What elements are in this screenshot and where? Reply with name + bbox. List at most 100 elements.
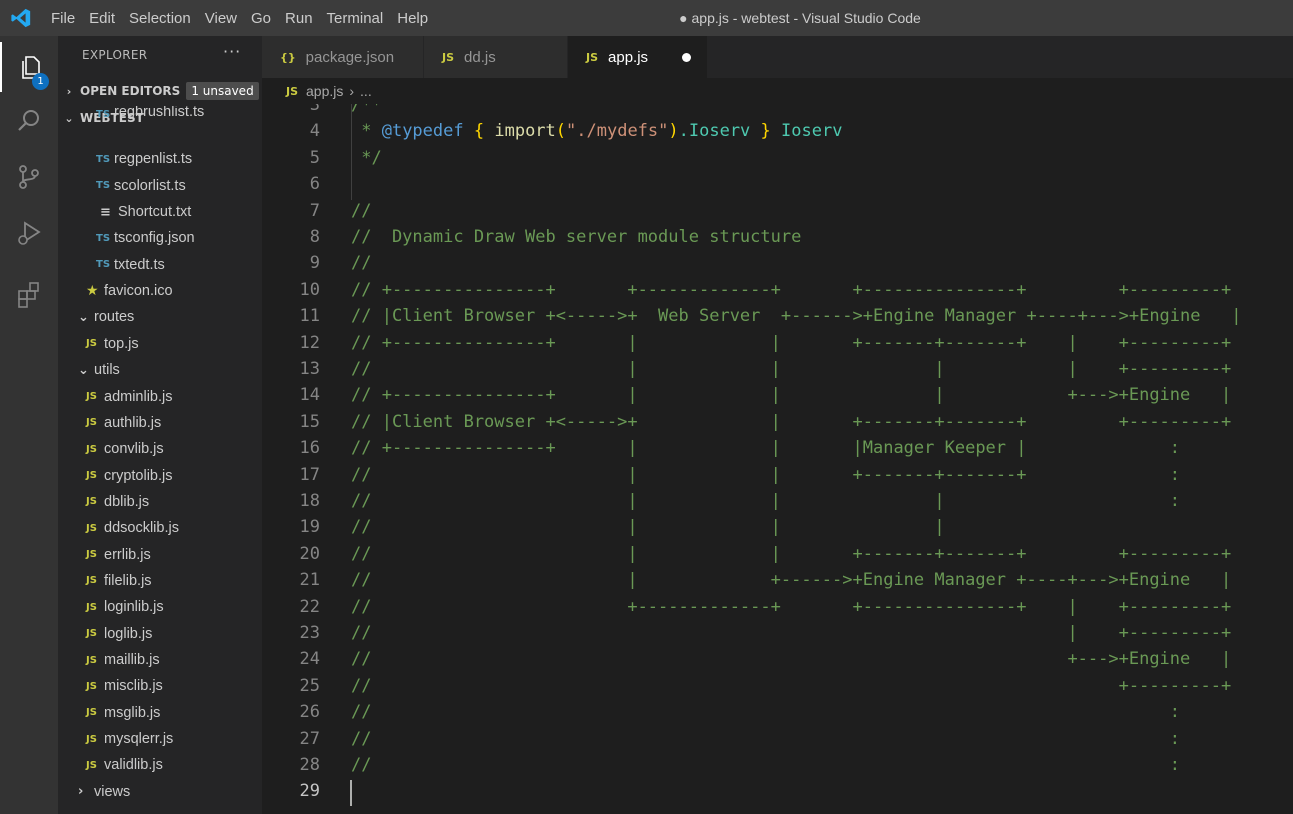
tree-item-label: msglib.js (104, 704, 161, 721)
tree-file[interactable]: JS errlib.js (58, 542, 262, 568)
tree-item-label: loginlib.js (104, 599, 164, 616)
folder-chevron-icon: ⌄ (78, 362, 89, 378)
tab-label: dd.js (464, 48, 496, 66)
file-type-icon: TS (96, 259, 111, 271)
tree-item-label: regbrushlist.ts (114, 106, 205, 120)
tree-item-label: dblib.js (104, 493, 150, 510)
code-editor[interactable]: 3 /** 4 * @typedef { import("./mydefs").Io… (262, 104, 1293, 814)
tree-file[interactable]: JS convlib.js (58, 436, 262, 462)
tree-file[interactable]: TS regpenlist.ts (58, 146, 262, 172)
tab-package-json[interactable]: {} package.json (262, 36, 424, 78)
source-control-button[interactable] (0, 152, 58, 202)
code-line: 21 // | +------>+Engine Manager +----+---… (262, 567, 1293, 593)
line-number: 25 (299, 675, 320, 696)
code-line: 13 // | | | | +---------+ (262, 356, 1293, 382)
unsaved-dot-icon[interactable] (682, 53, 691, 62)
tree-file[interactable]: JS cryptolib.js (58, 463, 262, 489)
tree-folder[interactable]: ⌄ routes (58, 304, 262, 330)
indent-guide (351, 104, 352, 200)
code-text: // (351, 200, 372, 221)
line-number: 4 (309, 121, 320, 142)
line-number: 24 (299, 649, 320, 670)
tree-item-label: validlib.js (104, 757, 163, 774)
tree-file[interactable]: JS maillib.js (58, 647, 262, 673)
tree-file[interactable]: TS txtedt.ts (58, 252, 262, 278)
tree-file[interactable]: JS adminlib.js (58, 384, 262, 410)
tree-file[interactable]: JS validlib.js (58, 752, 262, 778)
tree-file[interactable]: JS loglib.js (58, 621, 262, 647)
tree-file[interactable]: JS loginlib.js (58, 594, 262, 620)
breadcrumb-separator: › (349, 83, 355, 99)
tree-folder[interactable]: ⌄ utils (58, 357, 262, 383)
editor-tabs: {} package.json JS dd.js JS app.js (262, 36, 1293, 78)
line-number: 19 (299, 517, 320, 538)
search-button[interactable] (0, 96, 58, 146)
file-type-icon: JS (86, 759, 97, 771)
search-icon (18, 110, 39, 131)
js-file-icon: JS (586, 50, 599, 64)
tree-file[interactable]: JS misclib.js (58, 673, 262, 699)
tree-item-label: maillib.js (104, 652, 160, 668)
tab-dd-js[interactable]: JS dd.js (424, 36, 568, 78)
tree-file[interactable]: TS regbrushlist.ts (58, 106, 262, 120)
line-number: 6 (309, 174, 320, 195)
tree-file[interactable]: JS top.js (58, 331, 262, 357)
tree-file[interactable]: TS tsconfig.json (58, 225, 262, 251)
tree-item-label: authlib.js (104, 414, 162, 431)
json-file-icon: {} (280, 50, 296, 64)
open-editors-section[interactable]: › OPEN EDITORS 1 unsaved (58, 78, 262, 104)
tree-file[interactable]: TS scolorlist.ts (58, 173, 262, 199)
line-number: 28 (299, 755, 320, 775)
tree-file[interactable]: ≡ Shortcut.txt (58, 199, 262, 225)
breadcrumb-file[interactable]: app.js (306, 83, 343, 99)
tree-file[interactable]: JS msglib.js (58, 700, 262, 726)
folder-chevron-icon: › (78, 784, 84, 800)
tab-app-js[interactable]: JS app.js (568, 36, 708, 78)
code-line: 5 */ (262, 145, 1293, 171)
file-type-icon: JS (86, 470, 97, 482)
code-text: // | +------>+Engine Manager +----+--->+… (351, 570, 1232, 591)
tree-file[interactable]: JS ddsocklib.js (58, 515, 262, 541)
code-text: // +-------------+ +---------------+ | +… (351, 596, 1232, 617)
tree-folder[interactable]: › views (58, 779, 262, 805)
line-number: 7 (309, 200, 320, 221)
file-type-icon: JS (86, 338, 97, 350)
tree-item-label: mysqlerr.js (104, 731, 174, 748)
tree-item-label: top.js (104, 335, 139, 352)
code-line: 4 * @typedef { import("./mydefs").Ioserv… (262, 118, 1293, 144)
extensions-button[interactable] (0, 270, 58, 320)
run-debug-button[interactable] (0, 208, 58, 258)
code-line: 3 /** (262, 104, 1293, 118)
tree-file[interactable]: JS authlib.js (58, 410, 262, 436)
tree-item-label: utils (94, 362, 120, 379)
code-line: 10 // +---------------+ +-------------+ +… (262, 277, 1293, 303)
line-number: 11 (299, 306, 320, 327)
explorer-button[interactable]: 1 (0, 42, 60, 92)
file-type-icon: JS (86, 654, 97, 666)
code-line: 11 // |Client Browser +<----->+ Web Serve… (262, 303, 1293, 329)
tree-file[interactable]: JS mysqlerr.js (58, 726, 262, 752)
file-type-icon: JS (86, 575, 97, 587)
code-text: // | | +-------+-------+ : (351, 464, 1181, 485)
code-text: // | | | | +---------+ (351, 359, 1232, 379)
code-line: 16 // +---------------+ | | |Manager Keep… (262, 435, 1293, 461)
code-line: 18 // | | | : (262, 488, 1293, 514)
more-actions-icon[interactable]: ··· (223, 42, 241, 61)
extensions-icon (18, 282, 39, 308)
tree-item-label: cryptolib.js (104, 467, 173, 484)
line-number: 3 (309, 104, 320, 115)
tree-file[interactable]: JS filelib.js (58, 568, 262, 594)
code-text: // | | +-------+-------+ +---------+ (351, 543, 1232, 564)
code-text: * @typedef { import("./mydefs").Ioserv }… (351, 121, 843, 142)
code-text: // Dynamic Draw Web server module struct… (351, 227, 802, 247)
tree-item-label: misclib.js (104, 678, 163, 695)
file-type-icon: JS (86, 680, 97, 692)
file-type-icon: JS (86, 628, 97, 640)
breadcrumb-rest[interactable]: ... (360, 83, 372, 99)
code-text: // : (351, 755, 1181, 775)
file-type-icon: TS (96, 109, 111, 120)
activity-bar: 1 (0, 36, 58, 814)
tree-file[interactable]: ★ favicon.ico (58, 278, 262, 304)
tree-file[interactable]: JS dblib.js (58, 489, 262, 515)
code-text: // |Client Browser +<----->+ | +-------+… (351, 411, 1232, 432)
